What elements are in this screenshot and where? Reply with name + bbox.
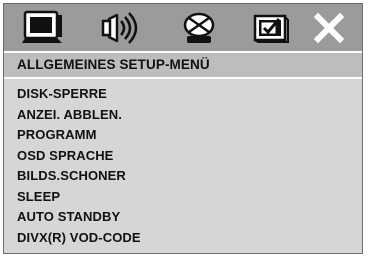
audio-setup-icon[interactable]	[99, 9, 143, 47]
dolby-setup-icon[interactable]	[179, 9, 219, 47]
menu-item-osd-sprache[interactable]: OSD SPRACHE	[4, 146, 362, 167]
menu-header-title: ALLGEMEINES SETUP-MENÜ	[4, 53, 362, 77]
menu-item-auto-standby[interactable]: AUTO STANDBY	[4, 207, 362, 228]
menu-item-divx-vod-code[interactable]: DIVX(R) VOD-CODE	[4, 228, 362, 249]
menu-item-bilds-schoner[interactable]: BILDS.SCHONER	[4, 166, 362, 187]
menu-item-disk-sperre[interactable]: DISK-SPERRE	[4, 84, 362, 105]
exit-icon[interactable]	[312, 9, 346, 47]
setup-menu-window: ALLGEMEINES SETUP-MENÜ DISK-SPERRE ANZEI…	[3, 3, 363, 254]
preferences-icon[interactable]	[251, 9, 291, 47]
menu-item-programm[interactable]: PROGRAMM	[4, 125, 362, 146]
menu-item-anzei-abblen[interactable]: ANZEI. ABBLEN.	[4, 105, 362, 126]
menu-item-sleep[interactable]: SLEEP	[4, 187, 362, 208]
setup-icon-bar	[4, 4, 362, 51]
setup-options-list: DISK-SPERRE ANZEI. ABBLEN. PROGRAMM OSD …	[4, 79, 362, 253]
general-setup-icon[interactable]	[22, 9, 66, 47]
